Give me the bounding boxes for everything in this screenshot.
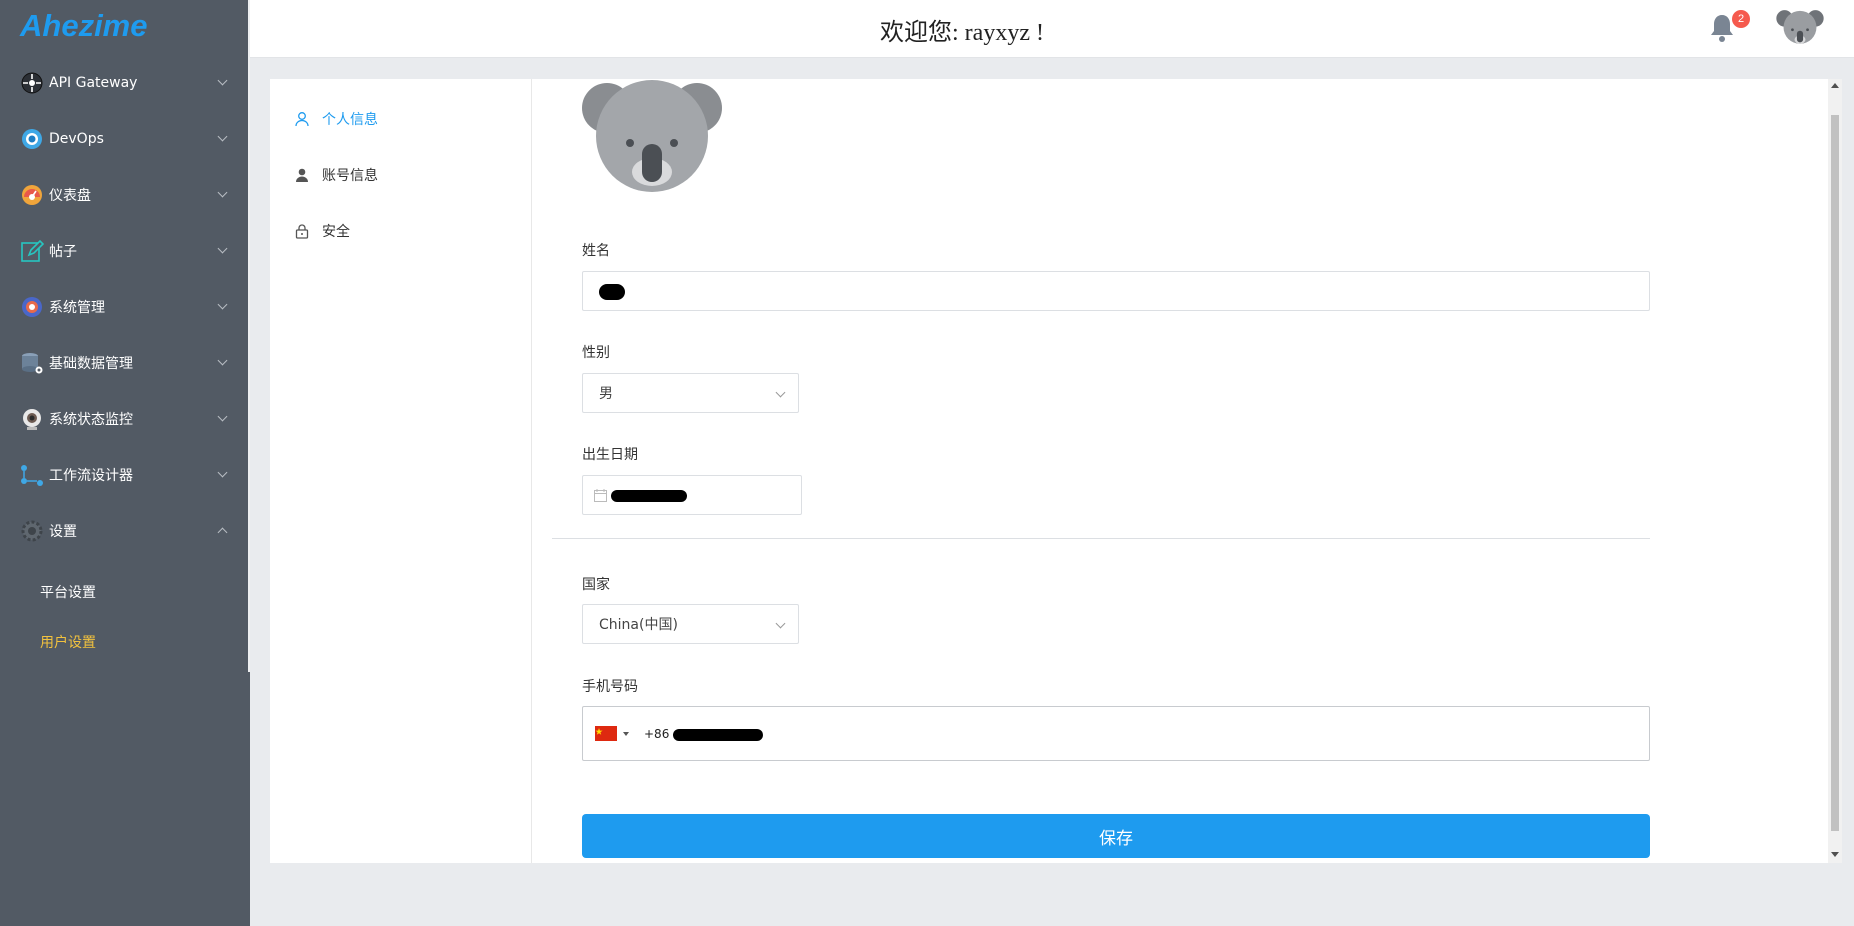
chevron-down-icon [217,467,228,478]
tab-label: 账号信息 [322,168,378,184]
sidebar-item-label: 帖子 [49,244,77,260]
save-button[interactable]: 保存 [582,814,1650,858]
app-logo: Ahezime [20,8,148,43]
chevron-down-icon [217,411,228,422]
profile-avatar[interactable] [582,78,722,194]
name-label: 姓名 [582,243,610,259]
workflow-icon [21,465,43,486]
sidebar-item-label: DevOps [49,131,104,147]
sidebar-item-label: 基础数据管理 [49,356,133,372]
scrollbar[interactable] [1828,79,1842,863]
phone-label: 手机号码 [582,679,638,695]
tab-label: 个人信息 [322,112,378,128]
lock-icon [295,224,309,239]
avatar[interactable] [1776,6,1824,50]
gear-icon [21,520,43,542]
redacted-mark [673,729,763,741]
gender-select[interactable]: 男 [582,373,799,413]
notification-badge: 2 [1732,10,1750,28]
phone-prefix: +86 [644,726,670,741]
webcam-icon [23,409,41,430]
user-outline-icon [295,112,309,127]
sidebar-item-system-management[interactable]: 系统管理 [0,279,248,335]
gender-label: 性别 [582,345,610,361]
sidebar-item-dashboard[interactable]: 仪表盘 [0,167,248,223]
gender-value: 男 [599,386,613,402]
name-field[interactable] [582,271,1650,311]
scroll-thumb[interactable] [1831,115,1839,831]
chevron-down-icon [775,618,786,629]
section-divider [552,538,1650,539]
birthdate-picker[interactable] [582,475,802,515]
scroll-up-arrow-icon[interactable] [1831,83,1839,88]
chevron-down-icon [775,387,786,398]
sidebar-item-settings[interactable]: 设置 [0,503,248,559]
chevron-down-icon [217,75,228,86]
tab-account-info[interactable]: 账号信息 [294,163,378,187]
api-gateway-icon [21,72,43,94]
database-icon [22,353,43,374]
sidebar-item-devops[interactable]: DevOps [0,111,248,167]
sidebar-item-label: 工作流设计器 [49,468,133,484]
sidebar-item-label: API Gateway [49,75,138,91]
tab-label: 安全 [322,224,350,240]
sidebar-menu: API Gateway DevOps 仪表盘 帖子 系统管理 基础数据管理 系统… [0,55,248,667]
sidebar-item-workflow[interactable]: 工作流设计器 [0,447,248,503]
china-flag-icon[interactable] [595,726,617,741]
top-header: 欢迎您: rayxyz ! 2 [250,0,1854,58]
chevron-down-icon [217,299,228,310]
dashboard-icon [22,185,42,205]
chevron-down-icon [217,355,228,366]
chevron-down-icon [217,131,228,142]
sidebar-item-label: 仪表盘 [49,188,91,204]
sidebar-item-label: 系统状态监控 [49,412,133,428]
sidebar-item-label: 系统管理 [49,300,105,316]
chevron-up-icon [217,527,228,538]
tab-security[interactable]: 安全 [294,219,350,243]
sidebar: Ahezime API Gateway DevOps 仪表盘 帖子 系统管理 基… [0,0,250,926]
page-title: 欢迎您: rayxyz ! [880,20,1044,46]
birthdate-label: 出生日期 [582,447,638,463]
caret-down-icon[interactable] [623,731,629,736]
chevron-down-icon [217,243,228,254]
calendar-icon [594,488,607,502]
scroll-down-arrow-icon[interactable] [1831,852,1839,857]
sidebar-item-posts[interactable]: 帖子 [0,223,248,279]
sidebar-subitem-platform-settings[interactable]: 平台设置 [0,567,248,617]
country-select[interactable]: China(中国) [582,604,799,644]
chevron-down-icon [217,187,228,198]
user-icon [296,168,308,182]
tab-personal-info[interactable]: 个人信息 [294,107,378,131]
settings-tabs: 个人信息 账号信息 安全 [270,79,532,863]
sidebar-item-label: 设置 [49,524,77,540]
sidebar-item-api-gateway[interactable]: API Gateway [0,55,248,111]
country-value: China(中国) [599,617,678,633]
redacted-mark [611,490,687,502]
country-label: 国家 [582,577,610,593]
sidebar-divider [248,0,250,672]
sidebar-item-base-data[interactable]: 基础数据管理 [0,335,248,391]
phone-field[interactable]: +86 [582,706,1650,761]
sidebar-subitem-user-settings[interactable]: 用户设置 [0,617,248,667]
edit-icon [21,239,44,262]
devops-icon [22,129,42,149]
redacted-mark [599,284,625,300]
sidebar-item-monitoring[interactable]: 系统状态监控 [0,391,248,447]
system-management-icon [22,297,42,317]
